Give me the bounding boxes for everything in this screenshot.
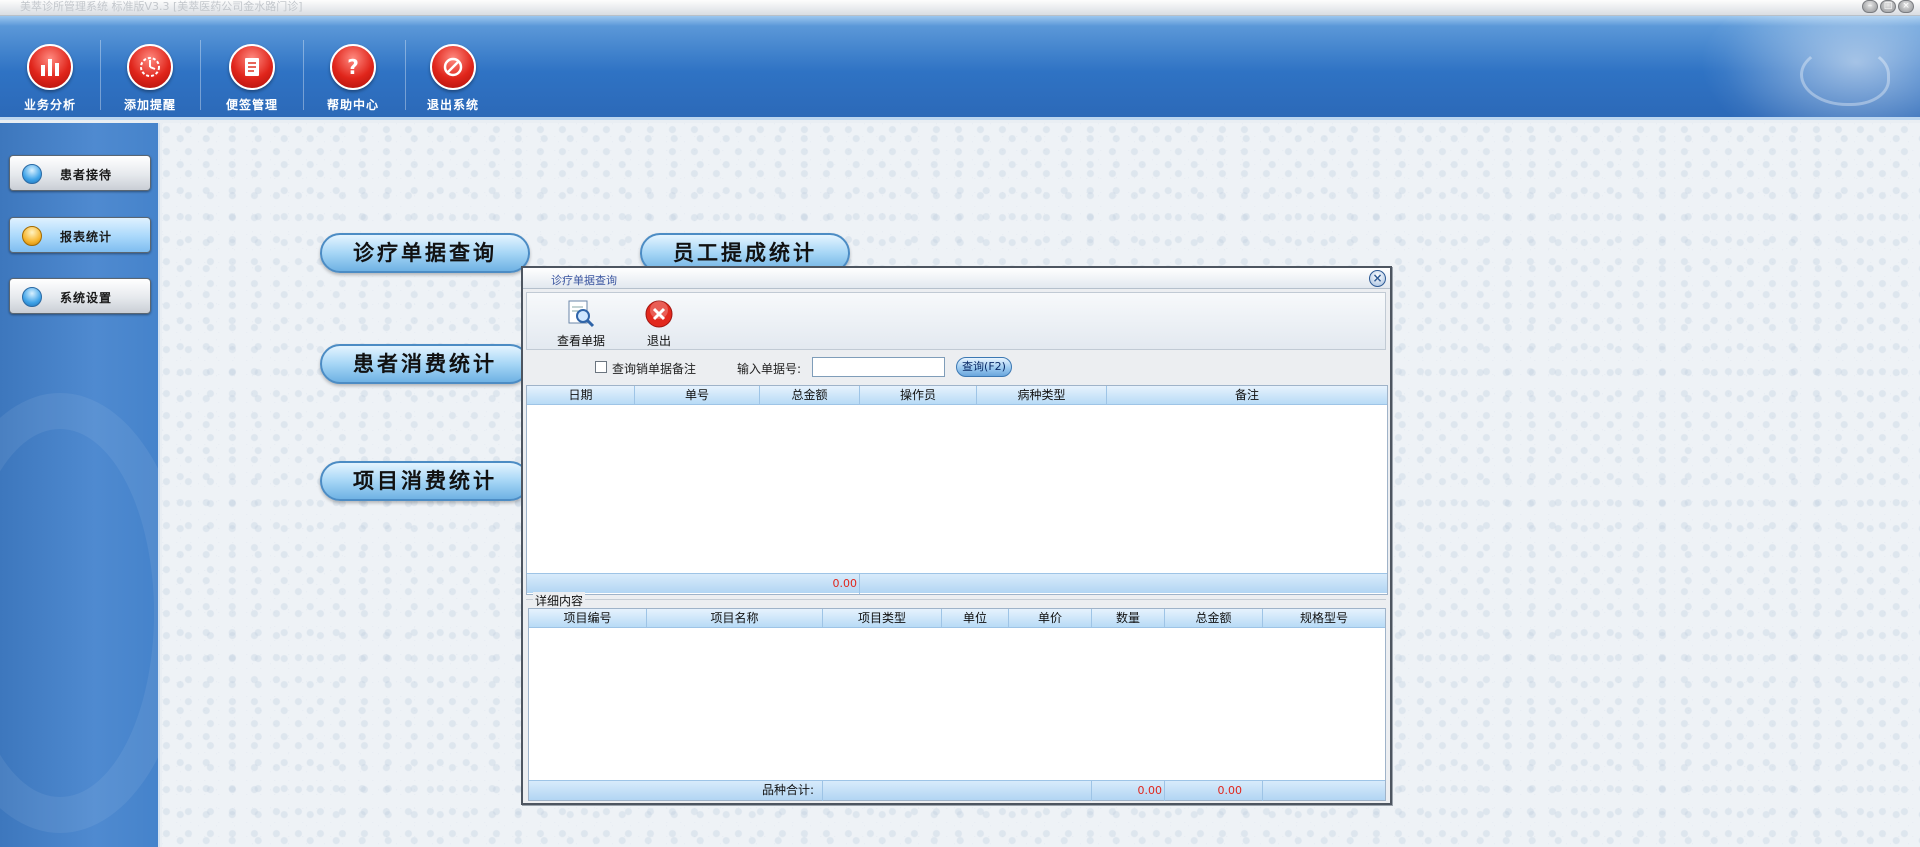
view-bill-button[interactable]: 查看单据 xyxy=(551,296,611,348)
sidebar-item-patient-reception[interactable]: 患者接待 xyxy=(9,155,151,191)
sidebar: 患者接待 报表统计 系统设置 xyxy=(0,123,160,847)
bill-number-input[interactable] xyxy=(812,357,945,377)
window-controls: – □ × xyxy=(1862,0,1914,13)
column-header[interactable]: 总金额 xyxy=(1165,609,1263,628)
column-header[interactable]: 项目名称 xyxy=(647,609,823,628)
toolbar-label: 退出系统 xyxy=(426,98,479,112)
column-header[interactable]: 项目类型 xyxy=(823,609,942,628)
bill-query-dialog: 诊疗单据查询 × 查看单据 退出 查询销单据备注 输入单据号: 查询(F2) 日… xyxy=(521,266,1392,805)
bills-table-header: 日期 单号 总金额 操作员 病种类型 备注 xyxy=(527,386,1387,405)
report-treatment-bill-query-button[interactable]: 诊疗单据查询 xyxy=(320,233,530,273)
report-patient-consumption-button[interactable]: 患者消费统计 xyxy=(320,344,530,384)
footer-cell xyxy=(1263,781,1385,801)
sidebar-item-system-settings[interactable]: 系统设置 xyxy=(9,278,151,314)
sidebar-item-label: 患者接待 xyxy=(60,168,113,182)
toolbar-business-analysis[interactable]: 业务分析 xyxy=(0,16,100,117)
view-bill-label: 查看单据 xyxy=(556,334,605,348)
column-header[interactable]: 日期 xyxy=(527,386,635,405)
minimize-button[interactable]: – xyxy=(1862,0,1878,13)
dialog-toolbar: 查看单据 退出 xyxy=(526,292,1386,350)
toolbar-add-reminder[interactable]: 添加提醒 xyxy=(100,16,200,117)
column-header[interactable]: 项目编号 xyxy=(529,609,647,628)
sidebar-item-label: 报表统计 xyxy=(60,230,113,244)
bar-chart-icon xyxy=(27,44,73,90)
help-icon: ? xyxy=(330,44,376,90)
toolbar-exit-system[interactable]: 退出系统 xyxy=(403,16,503,117)
dialog-titlebar: 诊疗单据查询 × xyxy=(523,268,1390,289)
toolbar-label: 帮助中心 xyxy=(326,98,379,112)
column-header[interactable]: 备注 xyxy=(1107,386,1387,405)
variety-total-label: 品种合计: xyxy=(529,781,823,801)
notepad-icon xyxy=(229,44,275,90)
sidebar-item-label: 系统设置 xyxy=(60,291,113,305)
column-header[interactable]: 病种类型 xyxy=(977,386,1107,405)
section-divider xyxy=(526,599,1386,600)
column-header[interactable]: 单价 xyxy=(1009,609,1092,628)
bills-table: 日期 单号 总金额 操作员 病种类型 备注 0.00 xyxy=(526,385,1388,595)
clock-icon xyxy=(127,44,173,90)
svg-text:?: ? xyxy=(347,55,359,79)
detail-table-footer: 品种合计: 0.00 0.00 xyxy=(529,780,1385,801)
query-button[interactable]: 查询(F2) xyxy=(956,357,1012,377)
column-header[interactable]: 操作员 xyxy=(860,386,977,405)
cancel-note-checkbox[interactable] xyxy=(595,361,607,373)
toolbar-label: 业务分析 xyxy=(23,98,76,112)
toolbar-help-center[interactable]: ? 帮助中心 xyxy=(303,16,403,117)
bills-total-amount: 0.00 xyxy=(832,577,858,590)
close-button[interactable]: × xyxy=(1898,0,1914,13)
column-header[interactable]: 单位 xyxy=(942,609,1009,628)
bills-table-footer: 0.00 xyxy=(527,573,1387,594)
bulb-icon xyxy=(22,287,42,307)
window-titlebar: 美萃诊所管理系统 标准版V3.3 [美萃医药公司金水路门诊] – □ × xyxy=(0,0,1920,16)
dialog-exit-label: 退出 xyxy=(646,334,671,348)
cancel-note-checkbox-label: 查询销单据备注 xyxy=(612,362,697,376)
bulb-icon xyxy=(22,226,42,246)
dialog-title: 诊疗单据查询 xyxy=(551,274,617,287)
toolbar-label: 便签管理 xyxy=(225,98,278,112)
column-header[interactable]: 数量 xyxy=(1092,609,1165,628)
dialog-close-button[interactable]: × xyxy=(1369,270,1386,287)
footer-cell xyxy=(823,781,1092,801)
exit-red-icon xyxy=(644,299,674,329)
detail-table-header: 项目编号 项目名称 项目类型 单位 单价 数量 总金额 规格型号 xyxy=(529,609,1385,628)
sidebar-item-report-statistics[interactable]: 报表统计 xyxy=(9,217,151,253)
sidebar-decoration xyxy=(0,393,158,833)
toolbar-notes[interactable]: 便签管理 xyxy=(202,16,302,117)
toolbar-label: 添加提醒 xyxy=(123,98,176,112)
bulb-icon xyxy=(22,164,42,184)
no-entry-icon xyxy=(430,44,476,90)
maximize-button[interactable]: □ xyxy=(1880,0,1896,13)
variety-total-amount: 0.00 xyxy=(1165,781,1263,801)
magnifier-doc-icon xyxy=(566,299,596,329)
column-header[interactable]: 规格型号 xyxy=(1263,609,1385,628)
variety-total-quantity: 0.00 xyxy=(1092,781,1165,801)
detail-section-label: 详细内容 xyxy=(533,592,586,609)
filter-bar: 查询销单据备注 输入单据号: 查询(F2) xyxy=(526,354,1386,380)
bill-number-label: 输入单据号: xyxy=(737,362,802,376)
column-header[interactable]: 单号 xyxy=(635,386,760,405)
detail-table: 项目编号 项目名称 项目类型 单位 单价 数量 总金额 规格型号 品种合计: 0… xyxy=(528,608,1386,801)
main-toolbar: 业务分析 添加提醒 便签管理 ? 帮助中心 退出系统 xyxy=(0,16,1920,120)
column-header[interactable]: 总金额 xyxy=(760,386,860,405)
dialog-exit-button[interactable]: 退出 xyxy=(629,296,689,348)
toolbar-separator xyxy=(200,40,201,110)
banner-decoration-swirl xyxy=(1800,46,1890,106)
window-title: 美萃诊所管理系统 标准版V3.3 [美萃医药公司金水路门诊] xyxy=(20,0,303,13)
report-item-consumption-button[interactable]: 项目消费统计 xyxy=(320,461,530,501)
